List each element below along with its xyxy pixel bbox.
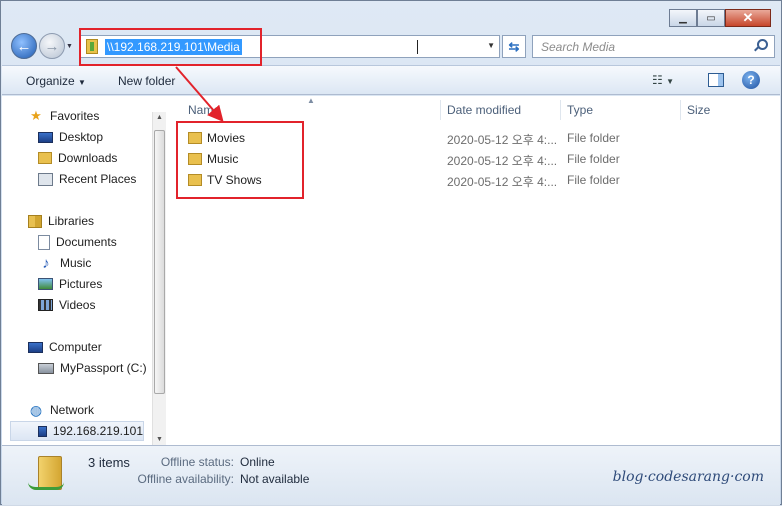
explorer-window: ▁ ▭ ✕ ← → ▼ \\192.168.219.101\Media ▼ ⇆ …: [0, 0, 782, 505]
annotation-arrow: [175, 66, 224, 123]
